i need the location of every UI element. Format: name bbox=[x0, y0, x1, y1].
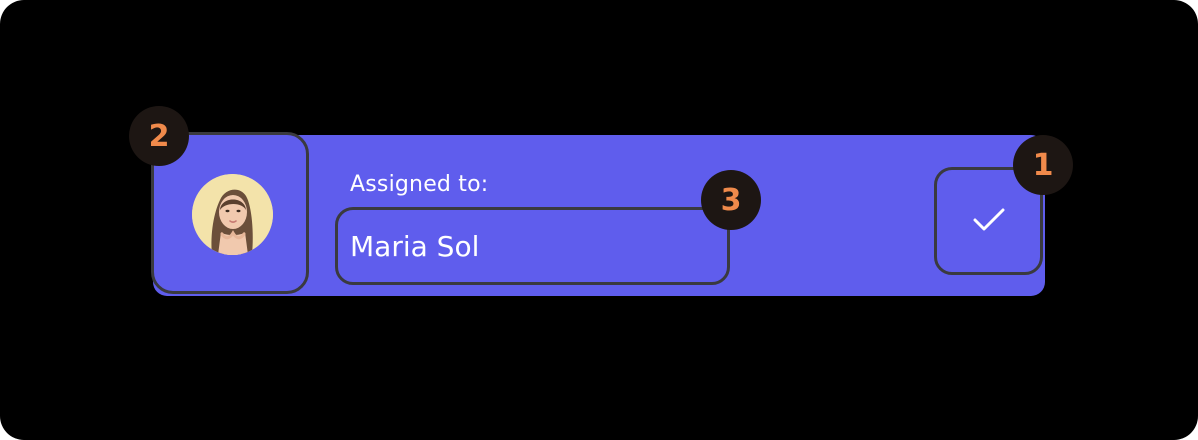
marker-confirm: 1 bbox=[1013, 135, 1073, 195]
marker-avatar: 2 bbox=[129, 106, 189, 166]
canvas: Assigned to: Maria Sol 2 3 1 bbox=[0, 0, 1198, 440]
avatar bbox=[192, 174, 273, 255]
avatar-photo-icon bbox=[192, 174, 273, 255]
assigned-to-label: Assigned to: bbox=[350, 172, 489, 197]
assignee-name: Maria Sol bbox=[350, 230, 480, 263]
check-icon bbox=[973, 208, 1005, 231]
marker-name-field: 3 bbox=[701, 170, 761, 230]
